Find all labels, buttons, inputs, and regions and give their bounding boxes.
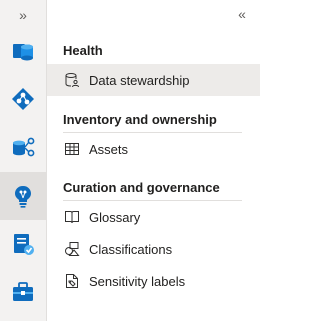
section-title-inventory: Inventory and ownership [63, 112, 217, 127]
expand-icon: » [19, 7, 27, 23]
menu-item-label: Assets [89, 141, 129, 157]
nav-data-estate[interactable] [0, 123, 46, 171]
menu-item-label: Glossary [89, 209, 141, 225]
nav-data-map[interactable] [0, 27, 46, 75]
menu-item-assets[interactable]: Assets [47, 133, 260, 165]
menu-item-label: Sensitivity labels [89, 273, 186, 289]
menu-item-data-stewardship[interactable]: Data stewardship [47, 64, 260, 96]
data-stewardship-icon [63, 71, 81, 89]
insights-flyout-panel: « Health Data stewardship Inventory and … [47, 0, 260, 321]
data-insights-icon [15, 186, 31, 208]
menu-item-classifications[interactable]: Classifications [47, 233, 260, 265]
menu-item-label: Classifications [89, 241, 173, 257]
data-policy-icon [14, 234, 34, 255]
management-icon [13, 282, 33, 301]
data-catalog-icon [12, 88, 34, 110]
menu-item-label: Data stewardship [89, 72, 190, 88]
glossary-book-icon [63, 208, 81, 226]
section-title-health: Health [63, 43, 103, 58]
section-title-curation: Curation and governance [63, 180, 220, 195]
classifications-icon [63, 240, 81, 258]
assets-table-icon [63, 140, 81, 158]
collapse-panel-button[interactable]: « [232, 4, 252, 24]
data-map-icon [13, 44, 33, 61]
nav-management[interactable] [0, 268, 46, 316]
nav-data-insights[interactable] [0, 172, 46, 220]
nav-data-catalog[interactable] [0, 75, 46, 123]
expand-nav-button[interactable]: » [0, 2, 46, 28]
data-estate-icon [13, 137, 35, 157]
menu-item-sensitivity-labels[interactable]: Sensitivity labels [47, 265, 260, 297]
nav-data-policy[interactable] [0, 220, 46, 268]
left-nav-rail: » [0, 0, 47, 321]
sensitivity-labels-icon [63, 272, 81, 290]
collapse-icon: « [238, 6, 246, 22]
menu-item-glossary[interactable]: Glossary [47, 201, 260, 233]
